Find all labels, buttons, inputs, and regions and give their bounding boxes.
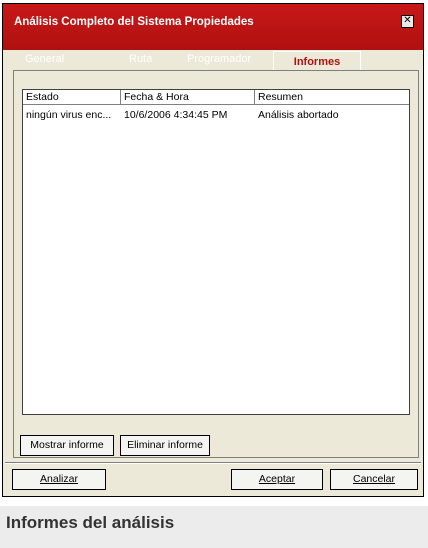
- reports-list[interactable]: Estado Fecha & Hora Resumen ningún virus…: [22, 89, 410, 415]
- title-bar: Análisis Completo del Sistema Propiedade…: [3, 4, 423, 65]
- tab-programador[interactable]: Programador: [187, 53, 251, 65]
- reports-panel: Estado Fecha & Hora Resumen ningún virus…: [13, 70, 419, 458]
- caption-text: Informes del análisis: [6, 513, 175, 532]
- divider: [5, 462, 421, 464]
- accept-button[interactable]: Aceptar: [231, 469, 323, 490]
- row-fecha[interactable]: 10/6/2006 4:34:45 PM: [124, 109, 227, 121]
- tab-general[interactable]: General: [25, 53, 64, 65]
- show-report-button[interactable]: Mostrar informe: [20, 435, 114, 456]
- row-estado[interactable]: ningún virus enc...: [26, 109, 111, 121]
- window-title: Análisis Completo del Sistema Propiedade…: [14, 16, 254, 28]
- column-header-fecha[interactable]: Fecha & Hora: [121, 90, 255, 105]
- column-header-estado[interactable]: Estado: [23, 90, 121, 105]
- delete-report-button[interactable]: Eliminar informe: [120, 435, 210, 456]
- caption-bar: Informes del análisis: [0, 506, 428, 548]
- row-resumen[interactable]: Análisis abortado: [258, 109, 339, 121]
- properties-dialog: Análisis Completo del Sistema Propiedade…: [2, 3, 424, 497]
- close-icon[interactable]: ✕: [401, 15, 414, 28]
- tab-ruta[interactable]: Ruta: [129, 53, 152, 65]
- tab-informes[interactable]: Informes: [273, 51, 361, 71]
- cancel-button[interactable]: Cancelar: [330, 469, 418, 490]
- analyze-button[interactable]: Analizar: [12, 469, 106, 490]
- column-header-resumen[interactable]: Resumen: [255, 90, 409, 105]
